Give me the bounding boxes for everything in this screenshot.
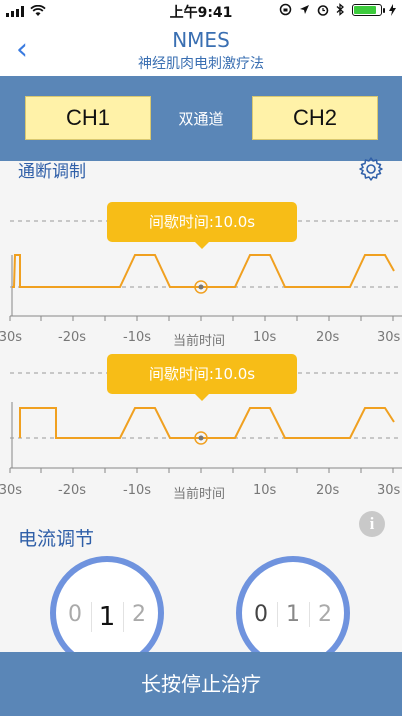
tick-label: 20s bbox=[316, 330, 340, 345]
dial-digit: 1 bbox=[276, 602, 309, 627]
stop-treatment-button[interactable]: 长按停止治疗 bbox=[0, 652, 402, 716]
interval-tooltip-1: 间歇时间:10.0s bbox=[107, 202, 297, 249]
dial-digits: 0 1 2 bbox=[242, 602, 344, 627]
channel-bar: CH1 双通道 CH2 bbox=[0, 76, 402, 161]
modulation-title: 通断调制 bbox=[18, 162, 86, 182]
tick-label: 30s bbox=[377, 483, 401, 498]
ch2-button[interactable]: CH2 bbox=[252, 96, 378, 140]
tick-label: 10s bbox=[253, 330, 277, 345]
dial-digit: 2 bbox=[122, 602, 155, 632]
dial-digit-selected: 1 bbox=[90, 602, 123, 632]
tick-label: -30s bbox=[0, 483, 23, 498]
current-title: 电流调节 bbox=[18, 528, 95, 550]
current-time-dot bbox=[198, 284, 204, 290]
waveform-line bbox=[12, 254, 395, 288]
ch1-button[interactable]: CH1 bbox=[25, 96, 151, 140]
alarm-icon bbox=[317, 4, 329, 16]
waveform-line bbox=[19, 407, 395, 439]
page-subtitle: 神经肌肉电刺激疗法 bbox=[138, 56, 264, 72]
page-title: NMES bbox=[172, 28, 230, 52]
battery-icon bbox=[352, 3, 385, 16]
dial-digit: 0 bbox=[68, 602, 82, 627]
status-right bbox=[279, 3, 396, 16]
x-axis-ticks bbox=[9, 468, 394, 473]
tick-label: 30s bbox=[377, 330, 401, 345]
gear-icon[interactable] bbox=[358, 156, 384, 182]
tick-label: -20s bbox=[58, 483, 87, 498]
dial-digits: 0 1 2 bbox=[56, 602, 158, 632]
bluetooth-icon bbox=[336, 3, 344, 16]
tick-label: -30s bbox=[0, 330, 23, 345]
status-bar: 上午9:41 bbox=[0, 0, 402, 22]
tick-label: 20s bbox=[316, 483, 340, 498]
charging-icon bbox=[389, 3, 396, 16]
tick-label: -10s bbox=[123, 483, 152, 498]
tick-label: 10s bbox=[253, 483, 277, 498]
dial-digit: 2 bbox=[308, 602, 341, 627]
orientation-lock-icon bbox=[279, 3, 292, 16]
tick-label: -20s bbox=[58, 330, 87, 345]
tick-label: -10s bbox=[123, 330, 152, 345]
location-icon bbox=[300, 5, 309, 14]
nav-bar: ‹ NMES 神经肌肉电刺激疗法 bbox=[0, 22, 402, 76]
dial-digit: 0 bbox=[254, 602, 268, 627]
x-axis-ticks bbox=[9, 316, 394, 321]
tick-label: 当前时间 bbox=[173, 487, 226, 502]
dual-channel-label: 双通道 bbox=[178, 110, 224, 128]
interval-tooltip-2: 间歇时间:10.0s bbox=[107, 354, 297, 401]
current-time-dot bbox=[198, 435, 204, 441]
info-icon[interactable]: i bbox=[359, 511, 385, 537]
